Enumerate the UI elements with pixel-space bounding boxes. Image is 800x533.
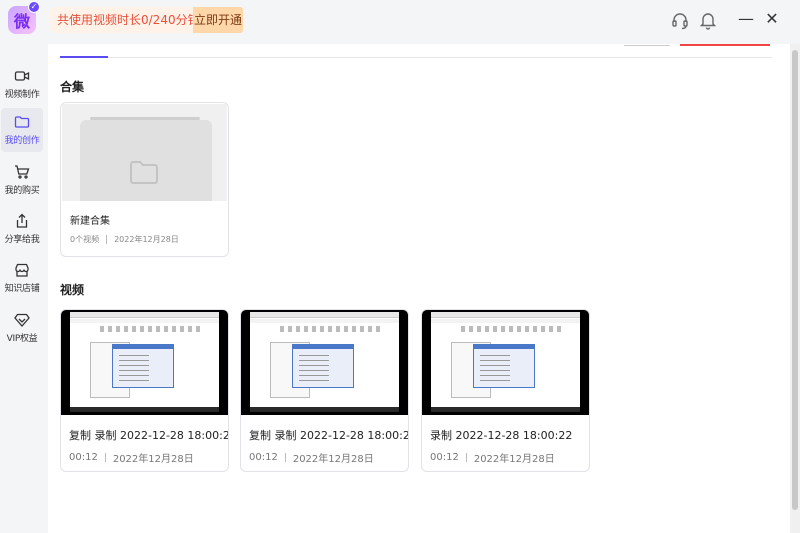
albums-section-title: 合集: [60, 80, 85, 94]
video-card[interactable]: 录制 2022-12-28 18:00:22 00:12 2022年12月28日: [421, 309, 590, 472]
sidebar-item-my-purchases[interactable]: 我的购买: [1, 158, 43, 202]
video-meta: 00:12 2022年12月28日: [69, 450, 194, 465]
cart-icon: [15, 165, 30, 179]
album-card[interactable]: 新建合集 0个视频 2022年12月28日: [60, 102, 229, 257]
video-date: 2022年12月28日: [292, 454, 374, 465]
thumb-dialog: [292, 344, 354, 388]
video-camera-icon: [14, 71, 30, 81]
thumb-dialog-title: [474, 345, 534, 349]
thumb-titlebar: [431, 312, 580, 318]
share-icon: [16, 213, 28, 228]
store-icon: [15, 263, 29, 277]
thumb-titlebar: [70, 312, 219, 318]
thumb-tabs: [280, 326, 380, 332]
video-date: 2022年12月28日: [473, 454, 555, 465]
album-title: 新建合集: [70, 216, 110, 227]
thumbnail-screen: [70, 312, 219, 412]
quota-banner: 共使用视频时长0/240分钟 立即开通: [50, 7, 243, 33]
sidebar-item-label: 我的购买: [4, 186, 40, 196]
thumb-lines: [299, 355, 329, 381]
thumb-taskbar: [70, 407, 219, 412]
toolbar-button[interactable]: [624, 44, 670, 46]
divider: [106, 235, 108, 244]
thumb-tabs: [461, 326, 561, 332]
tab-divider: [60, 57, 772, 58]
video-date: 2022年12月28日: [112, 454, 194, 465]
video-card[interactable]: 复制 录制 2022-12-28 18:00:22 00:12 2022年12月…: [60, 309, 229, 472]
bell-notification-icon[interactable]: [698, 10, 718, 30]
sidebar-item-knowledge-store[interactable]: 知识店铺: [1, 256, 43, 300]
folder-icon: [14, 116, 30, 128]
thumb-lines: [480, 355, 510, 381]
close-button[interactable]: ✕: [764, 10, 780, 28]
top-bar: 微 ✓ 共使用视频时长0/240分钟 立即开通 — ✕: [0, 0, 800, 44]
folder-icon: [130, 161, 158, 184]
sidebar: 视频制作 我的创作 我的购买 分享给我 知识店铺 VIP权益: [0, 44, 46, 533]
album-video-count: 0个视频: [70, 235, 100, 244]
thumb-taskbar: [250, 407, 399, 412]
sidebar-item-label: 视频制作: [4, 90, 40, 100]
sidebar-item-label: 分享给我: [4, 235, 40, 245]
thumb-toolbar: [431, 319, 580, 323]
thumb-dialog: [473, 344, 535, 388]
thumb-dialog: [112, 344, 174, 388]
thumb-toolbar: [250, 319, 399, 323]
video-duration: 00:12: [69, 452, 98, 463]
album-meta: 0个视频 2022年12月28日: [70, 234, 179, 245]
thumb-dialog-title: [113, 345, 173, 349]
video-title: 复制 录制 2022-12-28 18:00:22: [69, 429, 229, 442]
minimize-button[interactable]: —: [738, 10, 754, 28]
activate-button[interactable]: 立即开通: [193, 7, 243, 33]
video-duration: 00:12: [430, 452, 459, 463]
divider: [465, 453, 467, 462]
video-thumbnail[interactable]: [241, 310, 408, 415]
thumb-lines: [119, 355, 149, 381]
video-meta: 00:12 2022年12月28日: [430, 450, 555, 465]
sidebar-item-label: 我的创作: [4, 136, 40, 146]
album-date: 2022年12月28日: [114, 235, 179, 244]
diamond-icon: [14, 313, 30, 327]
thumb-toolbar: [70, 319, 219, 323]
quota-text: 共使用视频时长0/240分钟: [50, 7, 200, 33]
thumb-dialog-title: [293, 345, 353, 349]
thumb-titlebar: [250, 312, 399, 318]
thumbnail-screen: [431, 312, 580, 412]
sidebar-item-my-creations[interactable]: 我的创作: [1, 108, 43, 152]
sidebar-item-shared-with-me[interactable]: 分享给我: [1, 207, 43, 251]
thumbnail-screen: [250, 312, 399, 412]
video-card[interactable]: 复制 录制 2022-12-28 18:00:22 00:12 2022年12月…: [240, 309, 409, 472]
video-thumbnail[interactable]: [422, 310, 589, 415]
divider: [104, 453, 106, 462]
verified-badge-icon: ✓: [28, 1, 40, 13]
sidebar-item-vip-benefits[interactable]: VIP权益: [1, 306, 43, 350]
headset-support-icon[interactable]: [670, 10, 690, 30]
sidebar-item-video-create[interactable]: 视频制作: [1, 62, 43, 106]
main-content: 合集 新建合集 0个视频 2022年12月28日 视频 复制 录制 2022-1…: [48, 44, 790, 533]
thumb-taskbar: [431, 407, 580, 412]
video-duration: 00:12: [249, 452, 278, 463]
sidebar-item-label: 知识店铺: [4, 284, 40, 294]
videos-section-title: 视频: [60, 283, 85, 297]
thumb-tabs: [100, 326, 200, 332]
video-title: 复制 录制 2022-12-28 18:00:22: [249, 429, 409, 442]
primary-action-button[interactable]: [680, 44, 770, 46]
video-title: 录制 2022-12-28 18:00:22: [430, 429, 573, 442]
divider: [284, 453, 286, 462]
scrollbar-thumb[interactable]: [792, 50, 798, 510]
video-thumbnail[interactable]: [61, 310, 228, 415]
album-thumbnail: [62, 104, 227, 201]
active-tab-indicator: [60, 56, 108, 58]
video-meta: 00:12 2022年12月28日: [249, 450, 374, 465]
sidebar-item-label: VIP权益: [6, 334, 38, 344]
